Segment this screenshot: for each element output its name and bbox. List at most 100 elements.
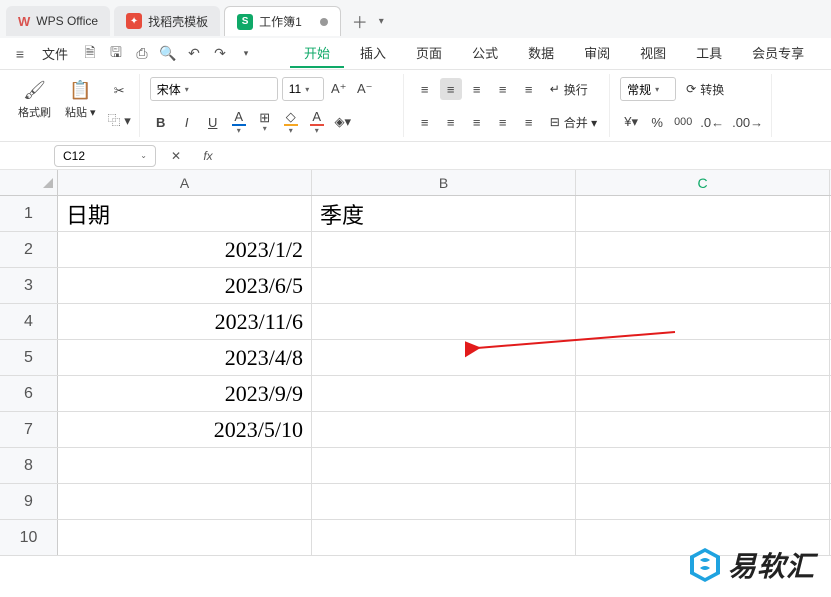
undo-icon[interactable]: ↶	[182, 42, 206, 66]
fill-color-button[interactable]: ◇▾	[280, 111, 302, 133]
number-format-select[interactable]: 常规 ▾	[620, 77, 676, 101]
cell-b4[interactable]	[312, 304, 576, 339]
clear-format-button[interactable]: ◈▾	[332, 111, 354, 133]
tab-dropdown-icon[interactable]: ▾	[379, 16, 384, 27]
cell-b9[interactable]	[312, 484, 576, 519]
app-tab-docer[interactable]: ✦ 找稻壳模板	[114, 6, 220, 36]
cell-a9[interactable]	[58, 484, 312, 519]
fx-button[interactable]: fx	[196, 145, 220, 167]
border-button[interactable]: ⊞▾	[254, 111, 276, 133]
tab-data[interactable]: 数据	[514, 39, 568, 68]
column-header-a[interactable]: A	[58, 170, 312, 195]
row-header[interactable]: 4	[0, 304, 58, 339]
underline-button[interactable]: U	[202, 111, 224, 133]
cell-a7[interactable]: 2023/5/10	[58, 412, 312, 447]
align-center-button[interactable]: ≡	[440, 111, 462, 133]
increase-decimal-button[interactable]: .00→	[730, 111, 765, 133]
row-header[interactable]: 10	[0, 520, 58, 555]
tab-review[interactable]: 审阅	[570, 39, 624, 68]
align-left-button[interactable]: ≡	[414, 111, 436, 133]
row-header[interactable]: 2	[0, 232, 58, 267]
cell-c3[interactable]	[576, 268, 830, 303]
formula-input[interactable]	[228, 145, 825, 167]
cut-button[interactable]: ✂	[106, 80, 133, 102]
percent-button[interactable]: %	[646, 111, 668, 133]
print-icon[interactable]: ⎙	[130, 42, 154, 66]
currency-button[interactable]: ¥▾	[620, 111, 642, 133]
cell-a3[interactable]: 2023/6/5	[58, 268, 312, 303]
close-icon[interactable]	[320, 18, 328, 26]
tab-view[interactable]: 视图	[626, 39, 680, 68]
tab-premium[interactable]: 会员专享	[738, 39, 818, 68]
cell-c1[interactable]	[576, 196, 830, 231]
cell-a1[interactable]: 日期	[58, 196, 312, 231]
hamburger-icon[interactable]: ≡	[8, 42, 32, 66]
row-header[interactable]: 9	[0, 484, 58, 519]
copy-button[interactable]: ⿻ ▾	[106, 108, 133, 130]
cell-b1[interactable]: 季度	[312, 196, 576, 231]
convert-button[interactable]: ⟳ 转换	[680, 77, 730, 101]
row-header[interactable]: 7	[0, 412, 58, 447]
column-header-c[interactable]: C	[576, 170, 830, 195]
indent-dec-button[interactable]: ≡	[518, 78, 540, 100]
cell-b10[interactable]	[312, 520, 576, 555]
cell-a4[interactable]: 2023/11/6	[58, 304, 312, 339]
save-icon[interactable]: 🖫	[104, 42, 128, 66]
cell-b3[interactable]	[312, 268, 576, 303]
column-header-b[interactable]: B	[312, 170, 576, 195]
cell-c9[interactable]	[576, 484, 830, 519]
row-header[interactable]: 1	[0, 196, 58, 231]
cell-b8[interactable]	[312, 448, 576, 483]
app-tab-workbook[interactable]: S 工作簿1	[224, 6, 341, 36]
cell-a5[interactable]: 2023/4/8	[58, 340, 312, 375]
font-effect-button[interactable]: A▾	[228, 111, 250, 133]
format-painter-button[interactable]: 🖌 格式刷	[14, 76, 55, 122]
tab-page[interactable]: 页面	[402, 39, 456, 68]
align-middle-button[interactable]: ≡	[440, 78, 462, 100]
tab-insert[interactable]: 插入	[346, 39, 400, 68]
align-top-button[interactable]: ≡	[414, 78, 436, 100]
add-tab-button[interactable]: ＋	[345, 6, 375, 36]
paste-button[interactable]: 📋 粘贴 ▾	[61, 76, 100, 122]
comma-button[interactable]: 000	[672, 111, 694, 133]
cell-c7[interactable]	[576, 412, 830, 447]
file-menu[interactable]: 文件	[34, 44, 76, 63]
name-box[interactable]: C12 ⌄	[54, 145, 156, 167]
cell-b7[interactable]	[312, 412, 576, 447]
select-all-corner[interactable]	[0, 170, 58, 195]
tab-tools[interactable]: 工具	[682, 39, 736, 68]
cell-a10[interactable]	[58, 520, 312, 555]
italic-button[interactable]: I	[176, 111, 198, 133]
merge-button[interactable]: ⊟ 合并 ▾	[544, 110, 603, 134]
app-tab-wps[interactable]: W WPS Office	[6, 6, 110, 36]
preview-icon[interactable]: 🔍	[156, 42, 180, 66]
cell-c5[interactable]	[576, 340, 830, 375]
cell-b2[interactable]	[312, 232, 576, 267]
font-color-button[interactable]: A▾	[306, 111, 328, 133]
bold-button[interactable]: B	[150, 111, 172, 133]
new-icon[interactable]: 🗎	[78, 42, 102, 66]
cell-c8[interactable]	[576, 448, 830, 483]
indent-inc-button[interactable]: ≡	[518, 111, 540, 133]
increase-font-button[interactable]: A⁺	[328, 78, 350, 100]
cell-b6[interactable]	[312, 376, 576, 411]
row-header[interactable]: 6	[0, 376, 58, 411]
row-header[interactable]: 8	[0, 448, 58, 483]
wrap-text-button[interactable]: ↵ 换行	[544, 77, 594, 101]
row-header[interactable]: 3	[0, 268, 58, 303]
cancel-formula-button[interactable]: ✕	[164, 145, 188, 167]
row-header[interactable]: 5	[0, 340, 58, 375]
align-bottom-button[interactable]: ≡	[466, 78, 488, 100]
font-size-select[interactable]: 11 ▾	[282, 77, 324, 101]
cell-c6[interactable]	[576, 376, 830, 411]
justify-button[interactable]: ≡	[492, 111, 514, 133]
redo-icon[interactable]: ↷	[208, 42, 232, 66]
cell-a8[interactable]	[58, 448, 312, 483]
orientation-button[interactable]: ≡	[492, 78, 514, 100]
cell-a6[interactable]: 2023/9/9	[58, 376, 312, 411]
qat-dropdown-icon[interactable]: ▾	[234, 42, 258, 66]
tab-formula[interactable]: 公式	[458, 39, 512, 68]
cell-a2[interactable]: 2023/1/2	[58, 232, 312, 267]
decrease-font-button[interactable]: A⁻	[354, 78, 376, 100]
cell-b5[interactable]	[312, 340, 576, 375]
